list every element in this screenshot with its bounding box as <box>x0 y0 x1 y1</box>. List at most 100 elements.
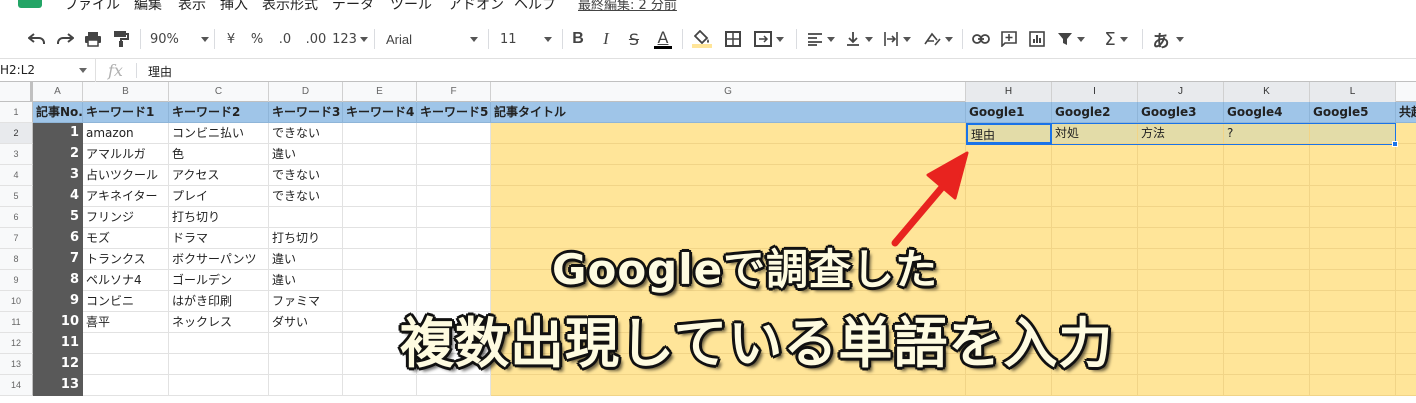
cell[interactable] <box>1310 144 1396 165</box>
row-number-cell[interactable]: 2 <box>33 144 83 165</box>
cell[interactable] <box>269 375 343 396</box>
row-number-cell[interactable]: 4 <box>33 186 83 207</box>
cell[interactable] <box>1224 375 1310 396</box>
cell[interactable] <box>1396 249 1416 270</box>
cell[interactable] <box>83 375 169 396</box>
row-number-cell[interactable]: 7 <box>33 249 83 270</box>
cell[interactable]: 違い <box>269 270 343 291</box>
cell[interactable]: できない <box>269 165 343 186</box>
font-select[interactable]: Arial <box>386 28 478 50</box>
cell[interactable] <box>169 375 269 396</box>
cell[interactable] <box>417 186 491 207</box>
cell[interactable] <box>1138 291 1224 312</box>
cell[interactable] <box>417 270 491 291</box>
cell[interactable] <box>269 333 343 354</box>
cell[interactable]: 方法 <box>1138 123 1224 144</box>
menu-edit[interactable]: 編集 <box>134 0 162 14</box>
currency-format-button[interactable]: ¥ <box>222 28 240 50</box>
cell[interactable]: 占いツクール <box>83 165 169 186</box>
header-cell[interactable]: キーワード3 <box>269 102 343 123</box>
cell[interactable] <box>1224 249 1310 270</box>
cell[interactable] <box>966 228 1052 249</box>
cell[interactable]: 違い <box>269 249 343 270</box>
cell[interactable] <box>343 165 417 186</box>
cell[interactable] <box>1224 165 1310 186</box>
cell[interactable] <box>1310 207 1396 228</box>
cell[interactable]: ドラマ <box>169 228 269 249</box>
cell[interactable] <box>343 228 417 249</box>
fill-color-button[interactable] <box>690 28 714 50</box>
cell[interactable] <box>1224 270 1310 291</box>
header-cell[interactable]: 共起 <box>1396 102 1416 123</box>
redo-icon[interactable] <box>54 28 76 50</box>
input-tools-button[interactable]: あ <box>1150 28 1186 52</box>
cell[interactable] <box>417 249 491 270</box>
cell[interactable] <box>966 375 1052 396</box>
cell[interactable]: はがき印刷 <box>169 291 269 312</box>
cell[interactable] <box>1138 249 1224 270</box>
column-header[interactable]: L <box>1310 82 1396 102</box>
cell[interactable]: アマルルガ <box>83 144 169 165</box>
cell[interactable] <box>1310 291 1396 312</box>
vertical-align-button[interactable] <box>842 28 876 50</box>
cell[interactable]: 理由 <box>966 123 1052 144</box>
cell[interactable] <box>491 144 966 165</box>
cell[interactable] <box>1310 228 1396 249</box>
column-header[interactable]: K <box>1224 82 1310 102</box>
cell[interactable] <box>1396 375 1416 396</box>
cell[interactable] <box>417 207 491 228</box>
cell[interactable] <box>1224 144 1310 165</box>
cell[interactable] <box>1138 186 1224 207</box>
cell[interactable] <box>1138 228 1224 249</box>
row-number-cell[interactable]: 13 <box>33 375 83 396</box>
header-cell[interactable]: キーワード4 <box>343 102 417 123</box>
cell[interactable] <box>1224 228 1310 249</box>
cell[interactable] <box>966 144 1052 165</box>
column-header[interactable]: E <box>343 82 417 102</box>
header-cell[interactable]: Google2 <box>1052 102 1138 123</box>
header-cell[interactable]: キーワード5 <box>417 102 491 123</box>
cell[interactable]: ネックレス <box>169 312 269 333</box>
row-header[interactable]: 13 <box>0 354 33 375</box>
last-edit-link[interactable]: 最終編集: 2 分前 <box>578 0 677 13</box>
cell[interactable] <box>1052 249 1138 270</box>
row-header[interactable]: 8 <box>0 249 33 270</box>
row-number-cell[interactable]: 1 <box>33 123 83 144</box>
column-header[interactable]: J <box>1138 82 1224 102</box>
menu-view[interactable]: 表示 <box>178 0 206 14</box>
font-size-select[interactable]: 11 <box>500 28 552 50</box>
undo-icon[interactable] <box>26 28 48 50</box>
row-header[interactable]: 1 <box>0 102 33 123</box>
cell[interactable]: 打ち切り <box>269 228 343 249</box>
cell[interactable] <box>1224 333 1310 354</box>
cell[interactable]: ファミマ <box>269 291 343 312</box>
column-header[interactable]: G <box>491 82 966 102</box>
cell[interactable] <box>1138 165 1224 186</box>
name-box[interactable]: H2:L2 <box>0 59 96 82</box>
cell[interactable]: ボクサーパンツ <box>169 249 269 270</box>
header-cell[interactable]: Google5 <box>1310 102 1396 123</box>
row-header[interactable]: 5 <box>0 186 33 207</box>
cell[interactable] <box>1396 291 1416 312</box>
cell[interactable] <box>269 354 343 375</box>
cell[interactable] <box>1396 123 1416 144</box>
row-number-cell[interactable]: 3 <box>33 165 83 186</box>
cell[interactable] <box>417 228 491 249</box>
text-rotation-button[interactable] <box>920 28 956 50</box>
cell[interactable] <box>1396 207 1416 228</box>
cell[interactable]: ゴールデン <box>169 270 269 291</box>
column-header[interactable]: F <box>417 82 491 102</box>
cell[interactable] <box>1310 354 1396 375</box>
cell[interactable]: アキネイター <box>83 186 169 207</box>
cell[interactable] <box>1138 270 1224 291</box>
cell[interactable] <box>1310 249 1396 270</box>
cell[interactable]: 喜平 <box>83 312 169 333</box>
cell[interactable] <box>83 333 169 354</box>
cell[interactable] <box>1052 186 1138 207</box>
cell[interactable] <box>1396 312 1416 333</box>
cell[interactable] <box>343 186 417 207</box>
cell[interactable] <box>1310 375 1396 396</box>
cell[interactable]: 違い <box>269 144 343 165</box>
text-color-button[interactable]: A <box>652 28 674 50</box>
cell[interactable] <box>1396 228 1416 249</box>
